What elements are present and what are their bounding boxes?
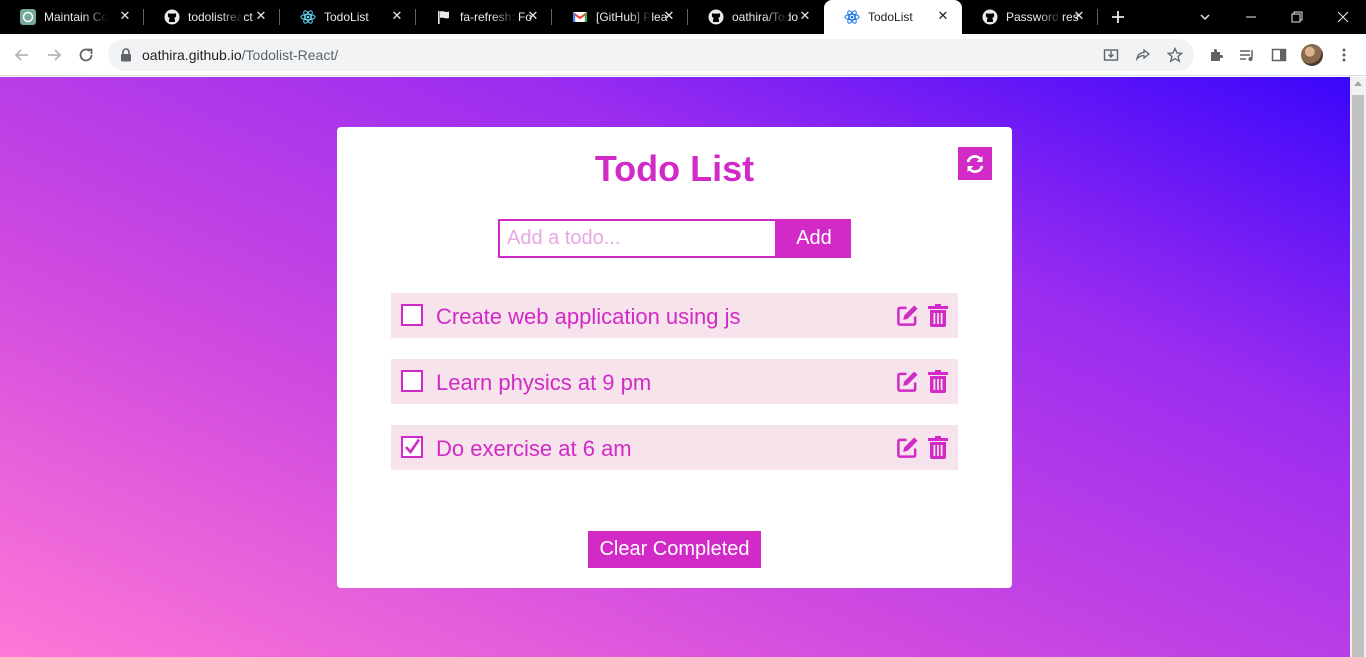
- page-title: Todo List: [594, 148, 755, 189]
- page-scrollbar[interactable]: [1350, 77, 1366, 657]
- close-tab-icon[interactable]: ✕: [390, 9, 404, 23]
- browser-tab[interactable]: todolistreact ✕: [144, 0, 280, 34]
- tab-title: Maintain Co: [44, 10, 109, 24]
- add-button[interactable]: Add: [777, 219, 851, 258]
- todo-item: Do exercise at 6 am: [391, 425, 958, 470]
- url-text: oathira.github.io/Todolist-React/: [142, 47, 338, 63]
- react-icon: [300, 9, 316, 25]
- todo-item: Create web application using js: [391, 293, 958, 338]
- close-tab-icon[interactable]: ✕: [936, 9, 950, 23]
- close-window-icon[interactable]: [1320, 0, 1366, 34]
- forward-icon[interactable]: [42, 43, 66, 67]
- refresh-icon: [966, 154, 984, 173]
- refresh-button[interactable]: [958, 147, 992, 180]
- edit-icon[interactable]: [896, 370, 919, 393]
- tab-search-icon[interactable]: [1182, 0, 1228, 34]
- trash-icon[interactable]: [928, 436, 948, 459]
- url-path: /Todolist-React/: [241, 47, 339, 63]
- page-background: Todo List Add Create web application usi…: [0, 77, 1350, 657]
- todo-checkbox[interactable]: [401, 370, 423, 392]
- side-panel-icon[interactable]: [1270, 46, 1288, 64]
- todo-text: Do exercise at 6 am: [436, 436, 632, 461]
- menu-kebab-icon[interactable]: [1335, 46, 1353, 64]
- trash-icon[interactable]: [928, 370, 948, 393]
- chatgpt-icon: [20, 9, 36, 25]
- bookmark-star-icon[interactable]: [1166, 46, 1184, 64]
- browser-tab[interactable]: [GitHub] Plea ✕: [552, 0, 688, 34]
- url-host: oathira.github.io: [142, 47, 242, 63]
- tab-title: TodoList: [868, 10, 913, 24]
- github-icon: [708, 9, 724, 25]
- todo-item: Learn physics at 9 pm: [391, 359, 958, 404]
- browser-tab[interactable]: TodoList ✕: [280, 0, 416, 34]
- clear-completed-button[interactable]: Clear Completed: [588, 531, 761, 568]
- extensions-icon[interactable]: [1207, 46, 1225, 64]
- tab-strip: Maintain Co ✕ todolistreact ✕ TodoList ✕…: [0, 0, 1366, 34]
- tab-title: TodoList: [324, 10, 369, 24]
- close-tab-icon[interactable]: ✕: [254, 9, 268, 23]
- gmail-icon: [572, 9, 588, 25]
- back-icon[interactable]: [10, 43, 34, 67]
- media-control-icon[interactable]: [1238, 46, 1256, 64]
- scrollbar-thumb[interactable]: [1352, 95, 1364, 657]
- flag-icon: [436, 9, 452, 25]
- github-icon: [164, 9, 180, 25]
- profile-avatar[interactable]: [1301, 44, 1323, 66]
- share-icon[interactable]: [1134, 46, 1152, 64]
- browser-tab[interactable]: Password res ✕: [962, 0, 1098, 34]
- browser-toolbar: oathira.github.io/Todolist-React/: [0, 34, 1366, 76]
- react-icon: [844, 9, 860, 25]
- minimize-icon[interactable]: [1228, 0, 1274, 34]
- reload-icon[interactable]: [74, 43, 98, 67]
- add-todo-input[interactable]: [498, 219, 777, 258]
- install-app-icon[interactable]: [1102, 46, 1120, 64]
- close-tab-icon[interactable]: ✕: [662, 9, 676, 23]
- todo-checkbox-checked[interactable]: [401, 436, 423, 458]
- edit-icon[interactable]: [896, 436, 919, 459]
- lock-icon[interactable]: [120, 48, 132, 67]
- address-bar[interactable]: oathira.github.io/Todolist-React/: [108, 39, 1194, 71]
- close-tab-icon[interactable]: ✕: [526, 9, 540, 23]
- close-tab-icon[interactable]: ✕: [1072, 9, 1086, 23]
- scroll-up-icon[interactable]: [1354, 81, 1362, 86]
- todo-text: Learn physics at 9 pm: [436, 370, 652, 395]
- edit-icon[interactable]: [896, 304, 919, 327]
- todo-card: Todo List Add Create web application usi…: [337, 127, 1012, 588]
- browser-tab[interactable]: Maintain Co ✕: [0, 0, 144, 34]
- close-tab-icon[interactable]: ✕: [798, 9, 812, 23]
- browser-tab[interactable]: fa-refresh: Fo ✕: [416, 0, 552, 34]
- trash-icon[interactable]: [928, 304, 948, 327]
- new-tab-icon[interactable]: [1108, 7, 1128, 27]
- checkmark-icon: [405, 438, 421, 455]
- todo-checkbox[interactable]: [401, 304, 423, 326]
- restore-icon[interactable]: [1274, 0, 1320, 34]
- close-tab-icon[interactable]: ✕: [118, 9, 132, 23]
- todo-text: Create web application using js: [436, 304, 741, 329]
- github-icon: [982, 9, 998, 25]
- browser-tab-active[interactable]: TodoList ✕: [824, 0, 962, 34]
- browser-tab[interactable]: oathira/Todo ✕: [688, 0, 824, 34]
